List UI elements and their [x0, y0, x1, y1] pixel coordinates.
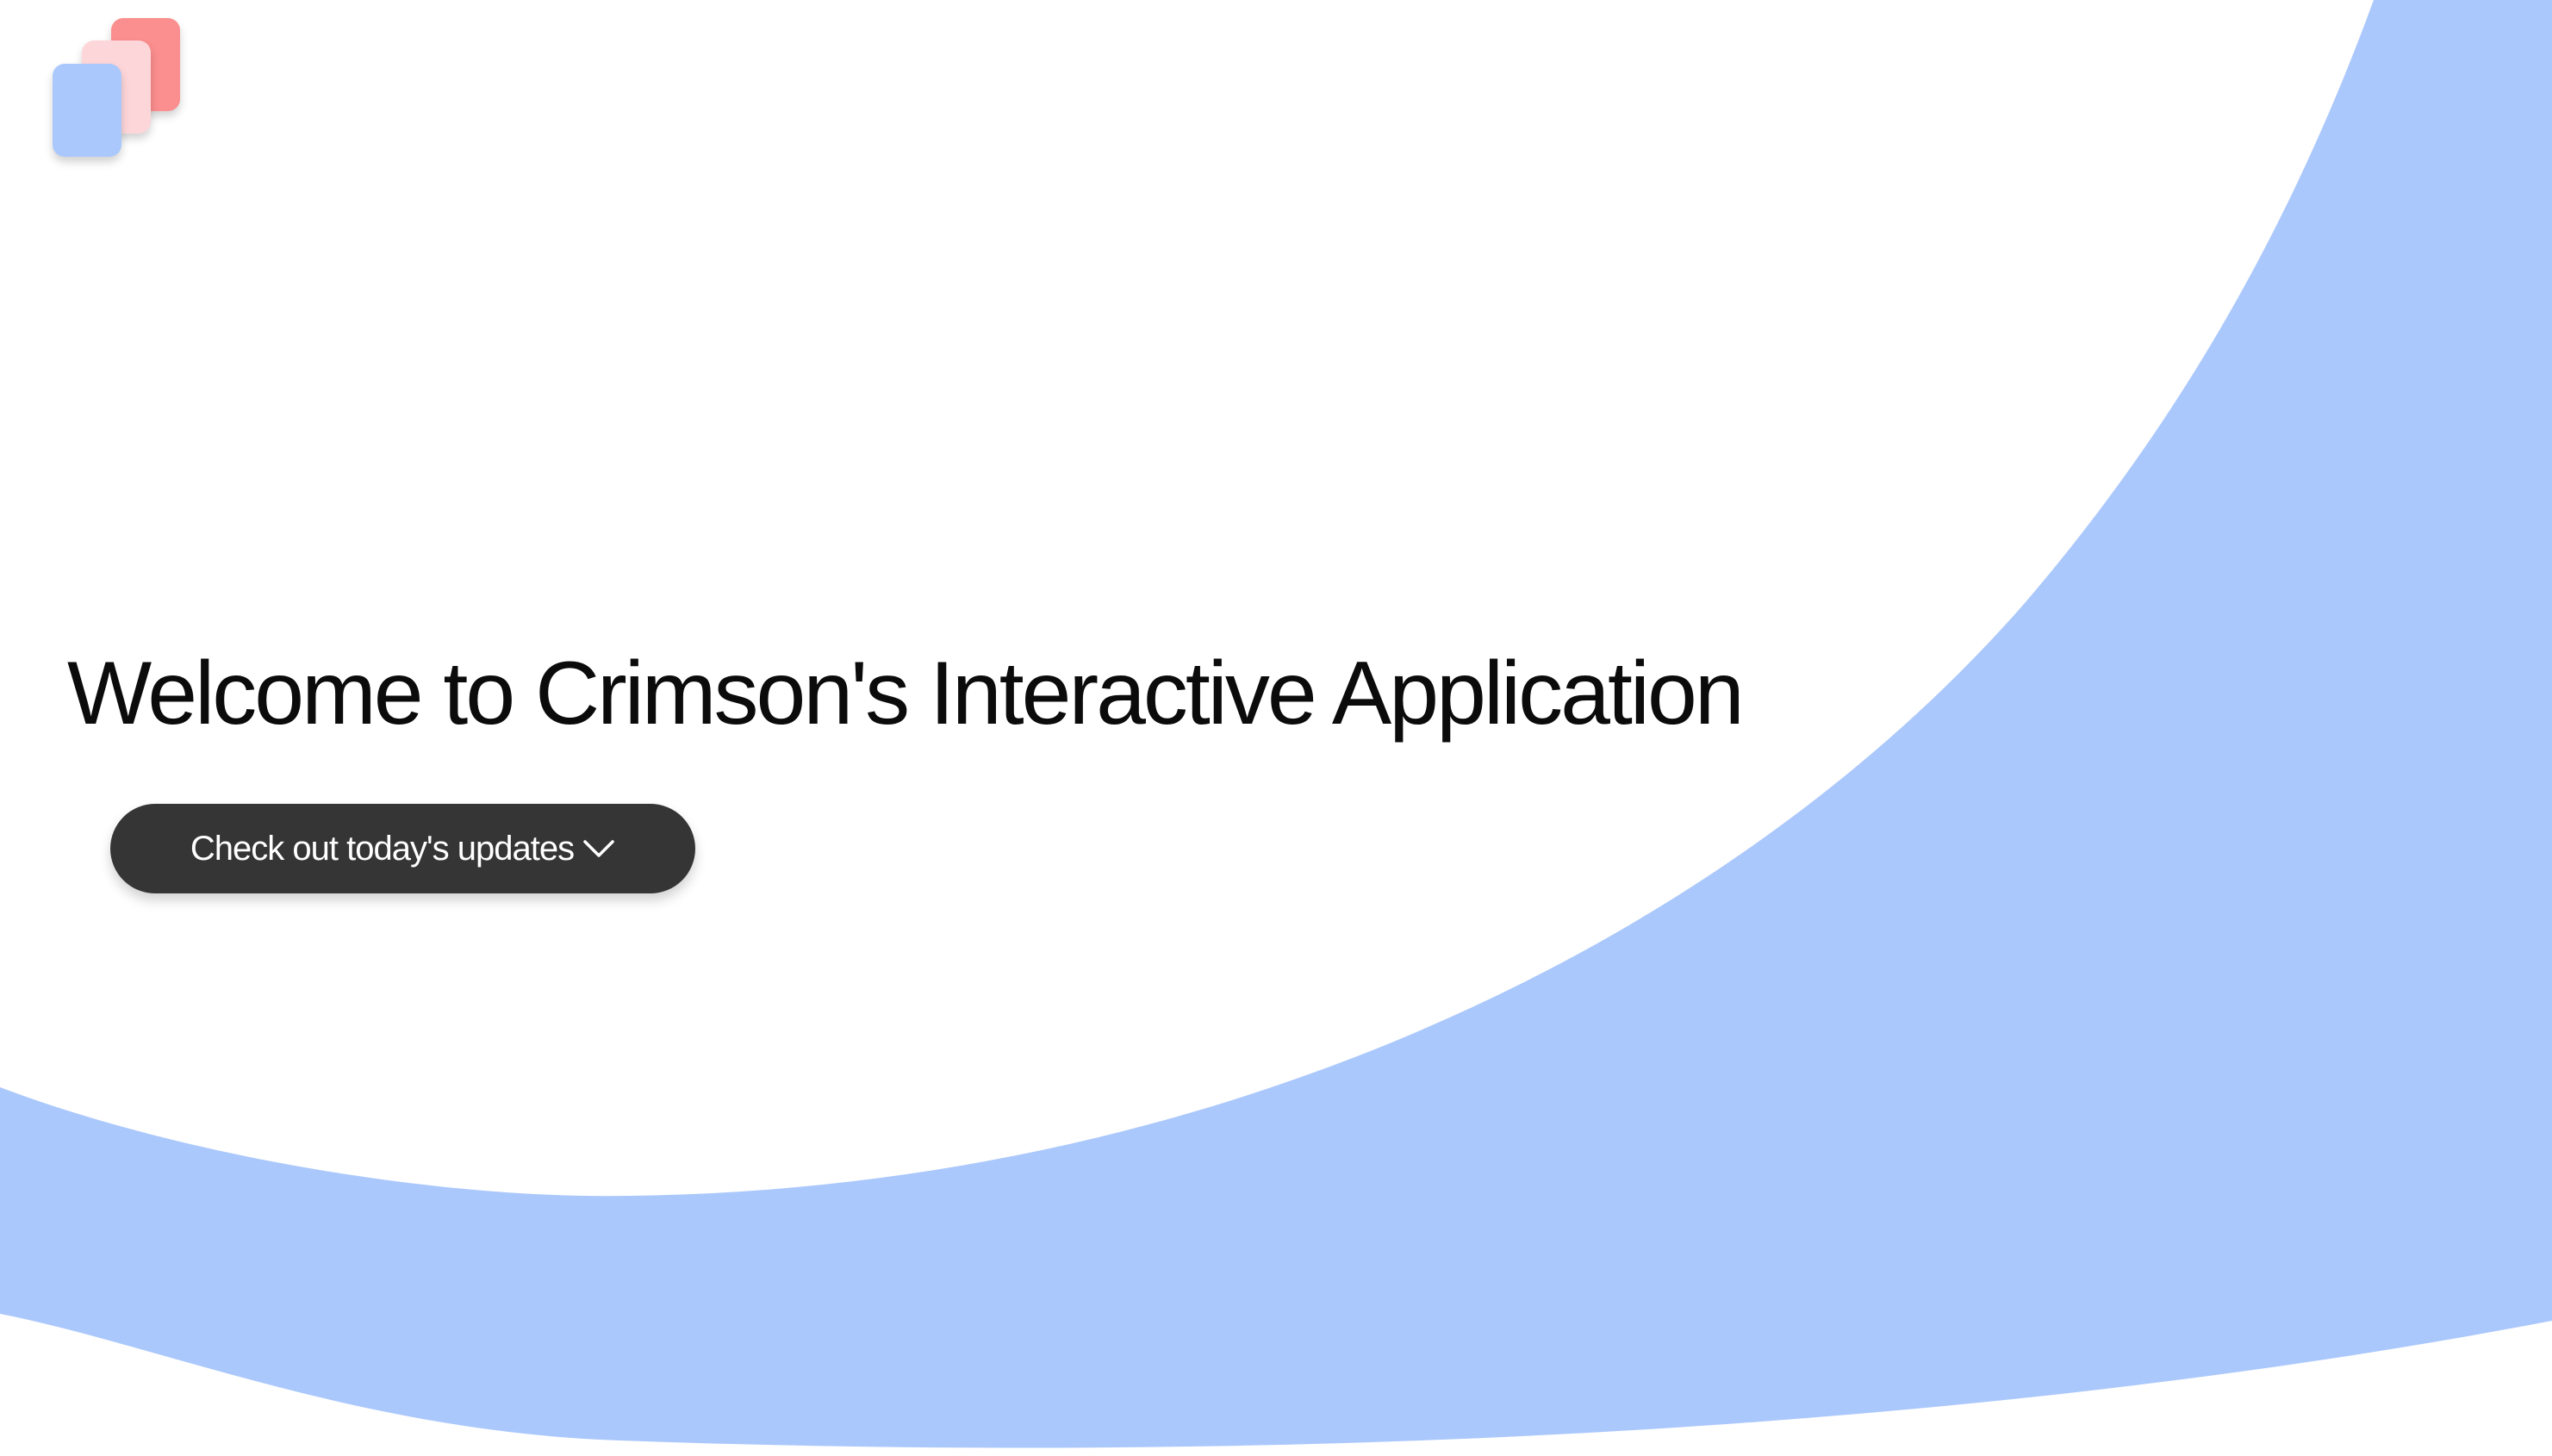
check-updates-label: Check out today's updates [190, 829, 575, 868]
app-logo [50, 16, 188, 162]
page-title: Welcome to Crimson's Interactive Applica… [67, 644, 1745, 744]
logo-card-blue [53, 64, 121, 157]
chevron-down-icon [583, 840, 614, 857]
check-updates-button[interactable]: Check out today's updates [110, 804, 695, 893]
